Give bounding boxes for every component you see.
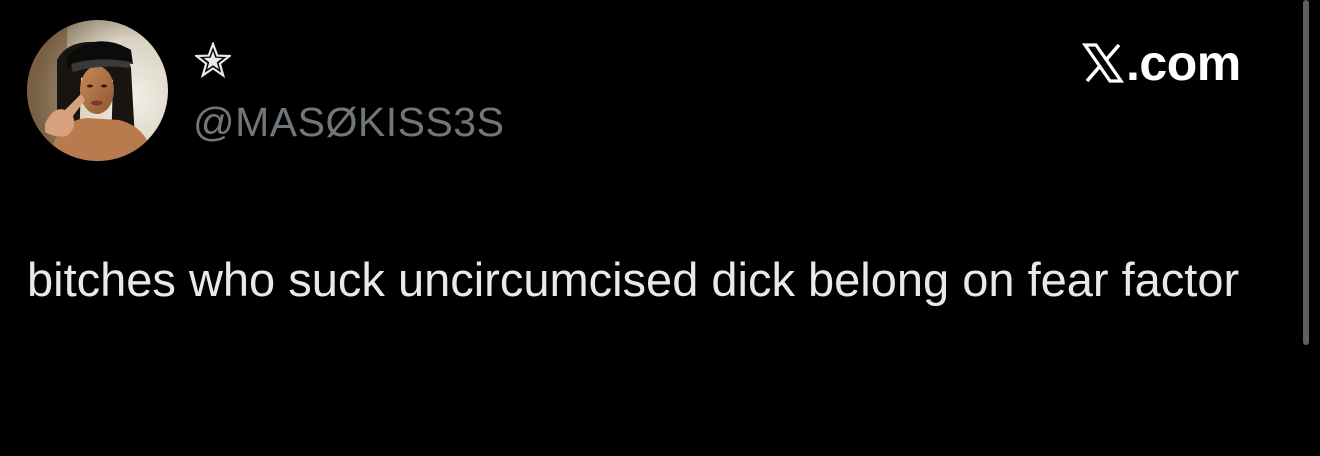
x-com-logo: .com — [1082, 38, 1241, 88]
user-handle[interactable]: @MASØKISS3S — [193, 98, 504, 146]
tweet-card: ✩ @MASØKISS3S .com bitches who suck unci… — [0, 0, 1320, 456]
user-avatar[interactable] — [27, 20, 168, 161]
x-logo-icon — [1082, 43, 1124, 83]
display-name[interactable]: ✩ — [193, 40, 233, 80]
logo-domain-text: .com — [1126, 35, 1241, 91]
scrollbar-thumb[interactable] — [1303, 0, 1309, 345]
avatar-photo-icon — [27, 20, 168, 161]
tweet-text: bitches who suck uncircumcised dick belo… — [27, 253, 1240, 306]
star-icon — [195, 42, 231, 78]
